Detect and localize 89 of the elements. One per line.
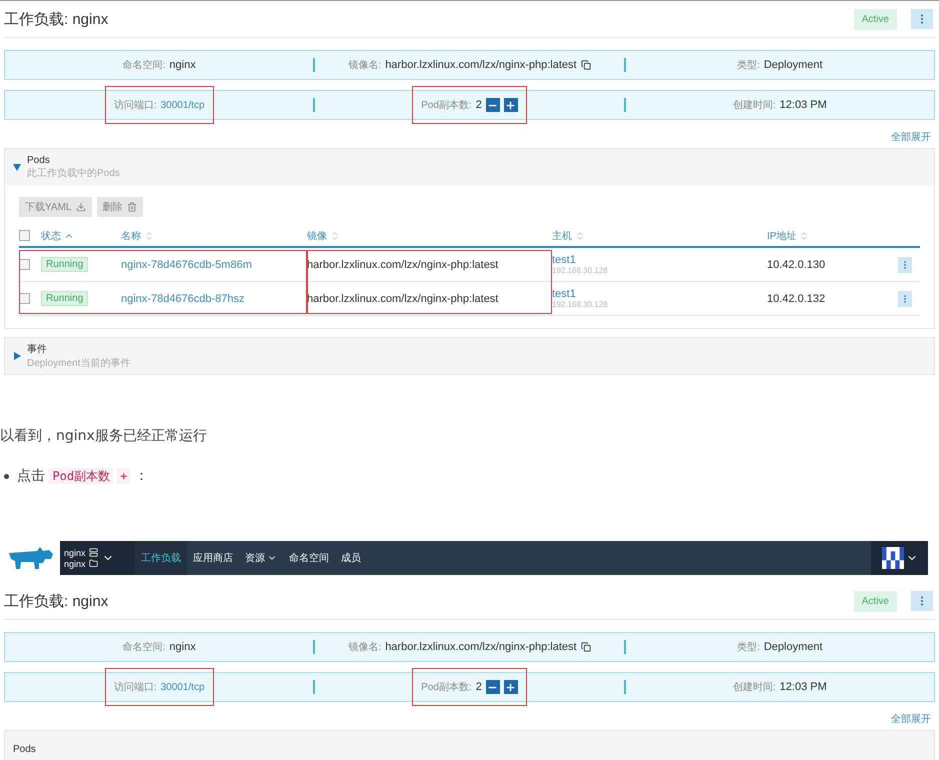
port-link[interactable]: 30001/tcp <box>160 100 205 110</box>
plus-button[interactable] <box>504 680 518 694</box>
row-menu-button[interactable] <box>898 256 912 272</box>
plus-button[interactable] <box>504 98 518 112</box>
info-label: 命名空间: <box>122 640 166 654</box>
nav-tab[interactable]: 工作负载 <box>135 541 187 575</box>
column-header[interactable]: 主机 <box>552 228 767 242</box>
host-ip: 192.168.30.128 <box>552 300 609 309</box>
host-link[interactable]: test1 <box>552 288 767 300</box>
page-title: 工作负载: nginx <box>4 592 110 610</box>
info-label: 访问端口: <box>114 680 157 694</box>
info-value: 2 <box>476 99 482 111</box>
info-value: harbor.lzxlinux.com/lzx/nginx-php:latest <box>385 641 577 653</box>
nav-tab[interactable]: 应用商店 <box>187 541 239 575</box>
list-item: 点击 Pod副本数 + ： <box>17 467 148 485</box>
section-title: Pods <box>27 154 51 166</box>
column-header[interactable]: 名称 <box>121 228 307 242</box>
status-badge: Running <box>41 257 88 272</box>
avatar-icon <box>882 547 904 569</box>
image-cell-text: harbor.lzxlinux.com/lzx/nginx-php:latest <box>307 258 500 270</box>
more-button[interactable] <box>911 591 933 611</box>
ip-cell-text: 10.42.0.132 <box>767 292 826 304</box>
paragraph: 以看到，nginx服务已经正常运行 <box>0 427 208 445</box>
cluster-name: nginx <box>64 548 86 558</box>
project-name: nginx <box>64 558 86 568</box>
info-value: nginx <box>169 641 196 653</box>
expand-all-link[interactable]: 全部展开 <box>4 130 931 144</box>
info-value: harbor.lzxlinux.com/lzx/nginx-php:latest <box>385 59 577 71</box>
port-link[interactable]: 30001/tcp <box>160 682 205 692</box>
row-checkbox[interactable] <box>19 293 30 304</box>
caret-icon[interactable] <box>13 163 21 171</box>
info-value: Deployment <box>764 641 823 653</box>
user-menu-button[interactable] <box>871 541 928 575</box>
info-label: 访问端口: <box>114 98 157 112</box>
plus-icon <box>505 100 516 110</box>
info-label: 类型: <box>737 58 760 72</box>
info-label: 命名空间: <box>122 58 166 72</box>
image-cell-text: harbor.lzxlinux.com/lzx/nginx-php:latest <box>307 292 500 304</box>
folder-icon <box>88 559 98 568</box>
info-label: Pod副本数: <box>421 680 472 694</box>
expand-all-link[interactable]: 全部展开 <box>4 712 931 726</box>
pod-name-link[interactable]: nginx-78d4676cdb-87hsz <box>121 292 307 304</box>
cluster-selector[interactable]: nginx nginx <box>60 541 135 575</box>
status-badge: Active <box>854 590 897 612</box>
delete-button[interactable]: 删除 <box>96 197 142 217</box>
bullet-dot <box>4 474 9 478</box>
info-value: nginx <box>169 59 196 71</box>
minus-button[interactable] <box>486 680 500 694</box>
info-label: Pod副本数: <box>421 98 472 112</box>
info-value: 12:03 PM <box>780 681 827 693</box>
nav-tab[interactable]: 资源 <box>239 541 283 575</box>
copy-icon[interactable] <box>580 642 591 652</box>
info-label: 类型: <box>737 640 760 654</box>
page-title: 工作负载: nginx <box>4 10 110 28</box>
column-header[interactable]: 状态 <box>41 228 121 242</box>
column-header[interactable]: 镜像 <box>307 228 552 242</box>
info-label: 创建时间: <box>732 680 776 694</box>
download-button[interactable]: 下载YAML <box>19 197 92 217</box>
info-value: 2 <box>476 681 482 693</box>
row-checkbox[interactable] <box>19 259 30 270</box>
info-value: Deployment <box>764 59 823 71</box>
nav-tab[interactable]: 命名空间 <box>283 541 335 575</box>
info-label: 镜像名: <box>348 640 382 654</box>
section-title: Pods <box>13 744 36 754</box>
copy-icon[interactable] <box>580 60 591 70</box>
status-badge: Running <box>41 291 88 306</box>
column-header[interactable]: IP地址 <box>767 228 889 242</box>
trash-icon <box>126 202 136 212</box>
server-icon <box>88 548 98 557</box>
status-badge: Active <box>854 8 897 30</box>
nav-tab[interactable]: 成员 <box>335 541 367 575</box>
row-menu-button[interactable] <box>898 290 912 306</box>
download-icon <box>76 202 86 212</box>
caret-icon[interactable] <box>13 352 21 360</box>
section-subtitle: Deployment当前的事件 <box>27 356 130 370</box>
section-subtitle: 此工作负载中的Pods <box>27 166 120 180</box>
ip-cell-text: 10.42.0.130 <box>767 258 826 270</box>
host-ip: 192.168.30.128 <box>552 266 609 275</box>
info-label: 镜像名: <box>348 58 382 72</box>
plus-icon <box>505 682 516 692</box>
more-button[interactable] <box>911 9 933 29</box>
section-title: 事件 <box>27 342 48 356</box>
minus-button[interactable] <box>486 98 500 112</box>
info-value: 12:03 PM <box>780 99 827 111</box>
info-label: 创建时间: <box>732 98 776 112</box>
host-link[interactable]: test1 <box>552 254 767 266</box>
cow-logo-icon <box>7 545 55 571</box>
select-all-checkbox[interactable] <box>19 230 30 241</box>
pod-name-link[interactable]: nginx-78d4676cdb-5m86m <box>121 258 307 270</box>
